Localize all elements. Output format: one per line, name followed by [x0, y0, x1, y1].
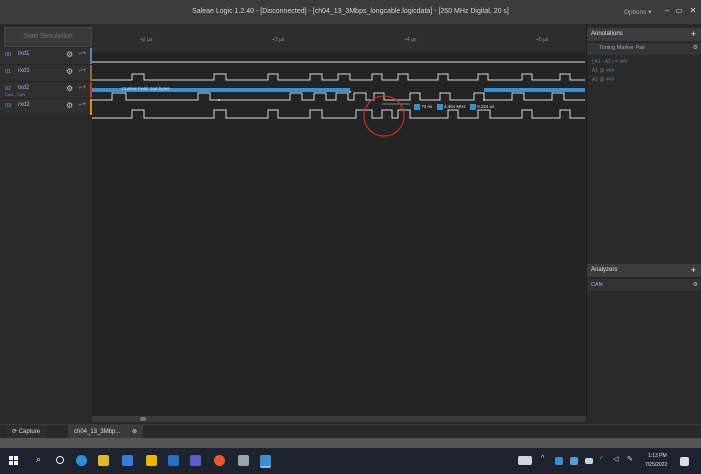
- channel-list: Start Simulation 00 txd1 ⚙ ⌐+ 01 rxd1 ⚙ …: [0, 24, 93, 416]
- network-icon[interactable]: ◜: [600, 455, 603, 463]
- close-tab-icon[interactable]: ⊗: [132, 429, 137, 435]
- keyboard-icon[interactable]: [518, 456, 532, 465]
- period-marker-icon: [469, 104, 476, 110]
- tray-app-icon[interactable]: [555, 457, 563, 465]
- channel-row-txd1[interactable]: 00 txd1 ⚙ ⌐+: [0, 48, 93, 65]
- file-explorer-icon[interactable]: [98, 455, 109, 466]
- trace-rxd2: [92, 109, 585, 119]
- app-window: Saleae Logic 1.2.40 - [Disconnected] - […: [0, 0, 701, 474]
- edge-browser-icon[interactable]: [76, 455, 87, 466]
- tab-file-label: ch04_13_3Mbp...: [74, 429, 121, 435]
- marker-a1-readout: A1 @ ###: [592, 68, 615, 74]
- side-panel: Annotations + Timing Marker Pair ⚙ | A1 …: [586, 24, 701, 416]
- timing-marker-pair-row[interactable]: Timing Marker Pair ⚙: [587, 43, 701, 55]
- ruler-tick: +4 µs: [404, 37, 417, 43]
- trace-rxd1: [92, 73, 585, 81]
- trigger-edge-icon[interactable]: ⌐+: [79, 51, 86, 57]
- sticky-notes-icon[interactable]: [146, 455, 157, 466]
- tab-capture[interactable]: ⟳ Capture: [6, 425, 47, 439]
- channel-name: txd1: [18, 51, 30, 57]
- add-annotation-button[interactable]: +: [691, 29, 696, 39]
- tab-bar: ⟳ Capture ch04_13_3Mbp... ⊗: [0, 424, 701, 439]
- tray-app-icon-2[interactable]: [570, 457, 578, 465]
- analyzer-label: CAN: [591, 282, 603, 288]
- channel-name: rxd2: [18, 102, 30, 108]
- title-bar: Saleae Logic 1.2.40 - [Disconnected] - […: [0, 0, 701, 24]
- width-marker-icon: [414, 104, 420, 110]
- marker-diff-readout: | A1 - A2 | = ###: [592, 59, 628, 65]
- channel-row-rxd1[interactable]: 01 rxd1 ⚙ ⌐+: [0, 65, 93, 82]
- clock-date[interactable]: 7/25/2022: [645, 462, 667, 468]
- measurement-readout: 72 ns 4.464 MHz 0.224 us: [414, 104, 494, 111]
- can-decode-label: Control Field: 2nd bytes: [122, 86, 170, 91]
- scrollbar-thumb[interactable]: [140, 417, 146, 421]
- timing-marker-pair-label: Timing Marker Pair: [599, 45, 646, 51]
- analyzers-header[interactable]: Analyzers +: [587, 264, 701, 277]
- channel-analyzer-tag: CAN - CAN: [5, 92, 26, 97]
- os-taskbar: ⌕ ^ ◜ ◁ ✎ 1:13 PM 7/25/2022: [0, 448, 701, 474]
- channel-number: 03: [5, 103, 12, 109]
- outlook-icon[interactable]: [168, 455, 179, 466]
- channel-row-rxd2[interactable]: 03 rxd2 ⚙ ⌐+: [0, 99, 93, 116]
- frequency-marker-icon: [436, 104, 443, 110]
- capture-icon: ⟳: [12, 429, 19, 435]
- gear-icon[interactable]: ⚙: [66, 67, 73, 76]
- trigger-edge-icon[interactable]: ⌐+: [79, 102, 86, 108]
- restore-button[interactable]: ▭: [672, 4, 686, 18]
- trigger-edge-icon[interactable]: ⌐+: [79, 68, 86, 74]
- task-view-icon[interactable]: [56, 456, 64, 464]
- gear-icon[interactable]: ⚙: [66, 50, 73, 59]
- store-icon[interactable]: [122, 455, 133, 466]
- waveform-view[interactable]: +2 µs +3 µs +4 µs +5 µs Control Field: 2…: [92, 24, 585, 416]
- ruler-tick: +5 µs: [536, 37, 549, 43]
- horizontal-scrollbar[interactable]: [92, 416, 585, 422]
- waveform-traces: [92, 52, 585, 137]
- teams-icon[interactable]: [190, 455, 201, 466]
- gear-icon[interactable]: ⚙: [693, 44, 698, 51]
- windows-start-icon[interactable]: [9, 456, 18, 465]
- ruler-tick: +3 µs: [272, 37, 285, 43]
- measurement-period: 0.224 us: [477, 104, 495, 110]
- firefox-icon[interactable]: [214, 455, 225, 466]
- search-icon[interactable]: ⌕: [36, 454, 41, 465]
- measurement-width: 72 ns: [421, 104, 433, 110]
- annotations-header[interactable]: Annotations +: [587, 28, 701, 41]
- trigger-edge-icon[interactable]: ⌐+: [79, 85, 86, 91]
- can-decode-bar[interactable]: [484, 88, 585, 92]
- gear-icon[interactable]: ⚙: [66, 84, 73, 93]
- time-ruler[interactable]: +2 µs +3 µs +4 µs +5 µs: [92, 24, 585, 53]
- gear-icon[interactable]: ⚙: [66, 101, 73, 110]
- trace-txd2: [92, 92, 585, 101]
- channel-number: 00: [5, 52, 12, 58]
- analyzer-item-can[interactable]: CAN ⚙: [587, 279, 701, 291]
- start-simulation-button[interactable]: Start Simulation: [4, 27, 92, 47]
- clock-time[interactable]: 1:13 PM: [648, 453, 667, 459]
- gear-icon[interactable]: ⚙: [693, 281, 698, 288]
- volume-icon[interactable]: ◁: [613, 455, 618, 463]
- analyzers-title: Analyzers: [591, 267, 618, 273]
- chevron-up-icon[interactable]: ^: [541, 455, 544, 462]
- window-title: Saleae Logic 1.2.40 - [Disconnected] - […: [192, 8, 509, 15]
- measurement-frequency: 4.464 MHz: [443, 104, 466, 110]
- notifications-icon[interactable]: [680, 457, 689, 466]
- options-menu-button[interactable]: Options ▾: [624, 8, 651, 16]
- saleae-logic-icon[interactable]: [260, 455, 271, 468]
- pen-icon[interactable]: ✎: [627, 455, 633, 463]
- channel-row-txd2[interactable]: 02 txd2 CAN - CAN ⚙ ⌐+: [0, 82, 93, 99]
- app-icon[interactable]: [238, 455, 249, 466]
- marker-a2-readout: A2 @ ###: [592, 77, 615, 83]
- status-bar: [0, 438, 701, 448]
- tab-capture-label: Capture: [18, 429, 41, 435]
- battery-icon[interactable]: [585, 458, 593, 464]
- add-analyzer-button[interactable]: +: [691, 265, 696, 275]
- channel-name: rxd1: [18, 68, 30, 74]
- ruler-tick: +2 µs: [140, 37, 153, 43]
- channel-name: txd2: [18, 85, 30, 91]
- close-button[interactable]: ✕: [686, 4, 700, 18]
- tab-file[interactable]: ch04_13_3Mbp... ⊗: [68, 425, 144, 439]
- annotations-title: Annotations: [591, 31, 623, 37]
- channel-number: 01: [5, 69, 12, 75]
